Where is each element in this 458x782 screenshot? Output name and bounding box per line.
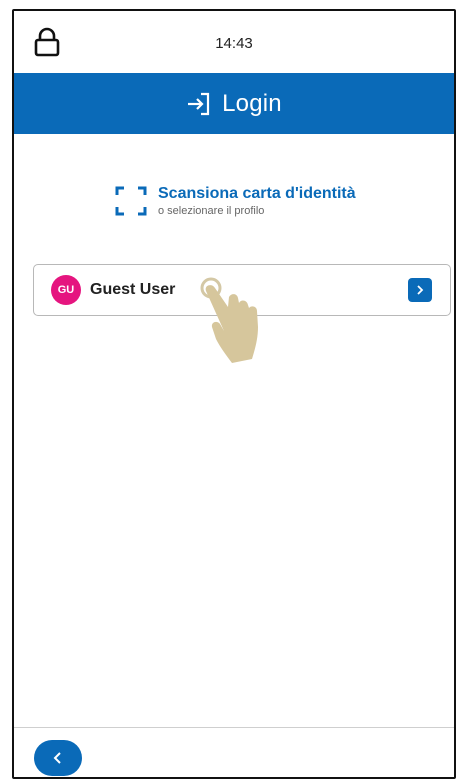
profile-name: Guest User [90,281,176,298]
back-button[interactable] [34,740,82,776]
page-title: Login [222,89,282,117]
chevron-left-icon [53,752,61,764]
footer-divider [14,727,454,728]
tap-hand-icon [200,277,258,363]
status-bar: 14:43 [14,11,454,73]
status-time: 14:43 [215,35,253,52]
scan-id-prompt[interactable]: Scansiona carta d'identità o selezionare… [114,181,356,221]
scan-frame-icon [115,186,147,216]
scan-title: Scansiona carta d'identità [158,185,356,202]
login-arrow-icon [188,92,210,115]
scan-subtitle: o selezionare il profilo [158,205,265,217]
select-profile-button[interactable] [408,278,432,302]
login-header: Login [14,73,454,134]
chevron-right-icon [417,285,424,295]
device-frame: 14:43 Login Scansiona carta d'identità o… [12,9,456,779]
avatar: GU [51,275,81,305]
